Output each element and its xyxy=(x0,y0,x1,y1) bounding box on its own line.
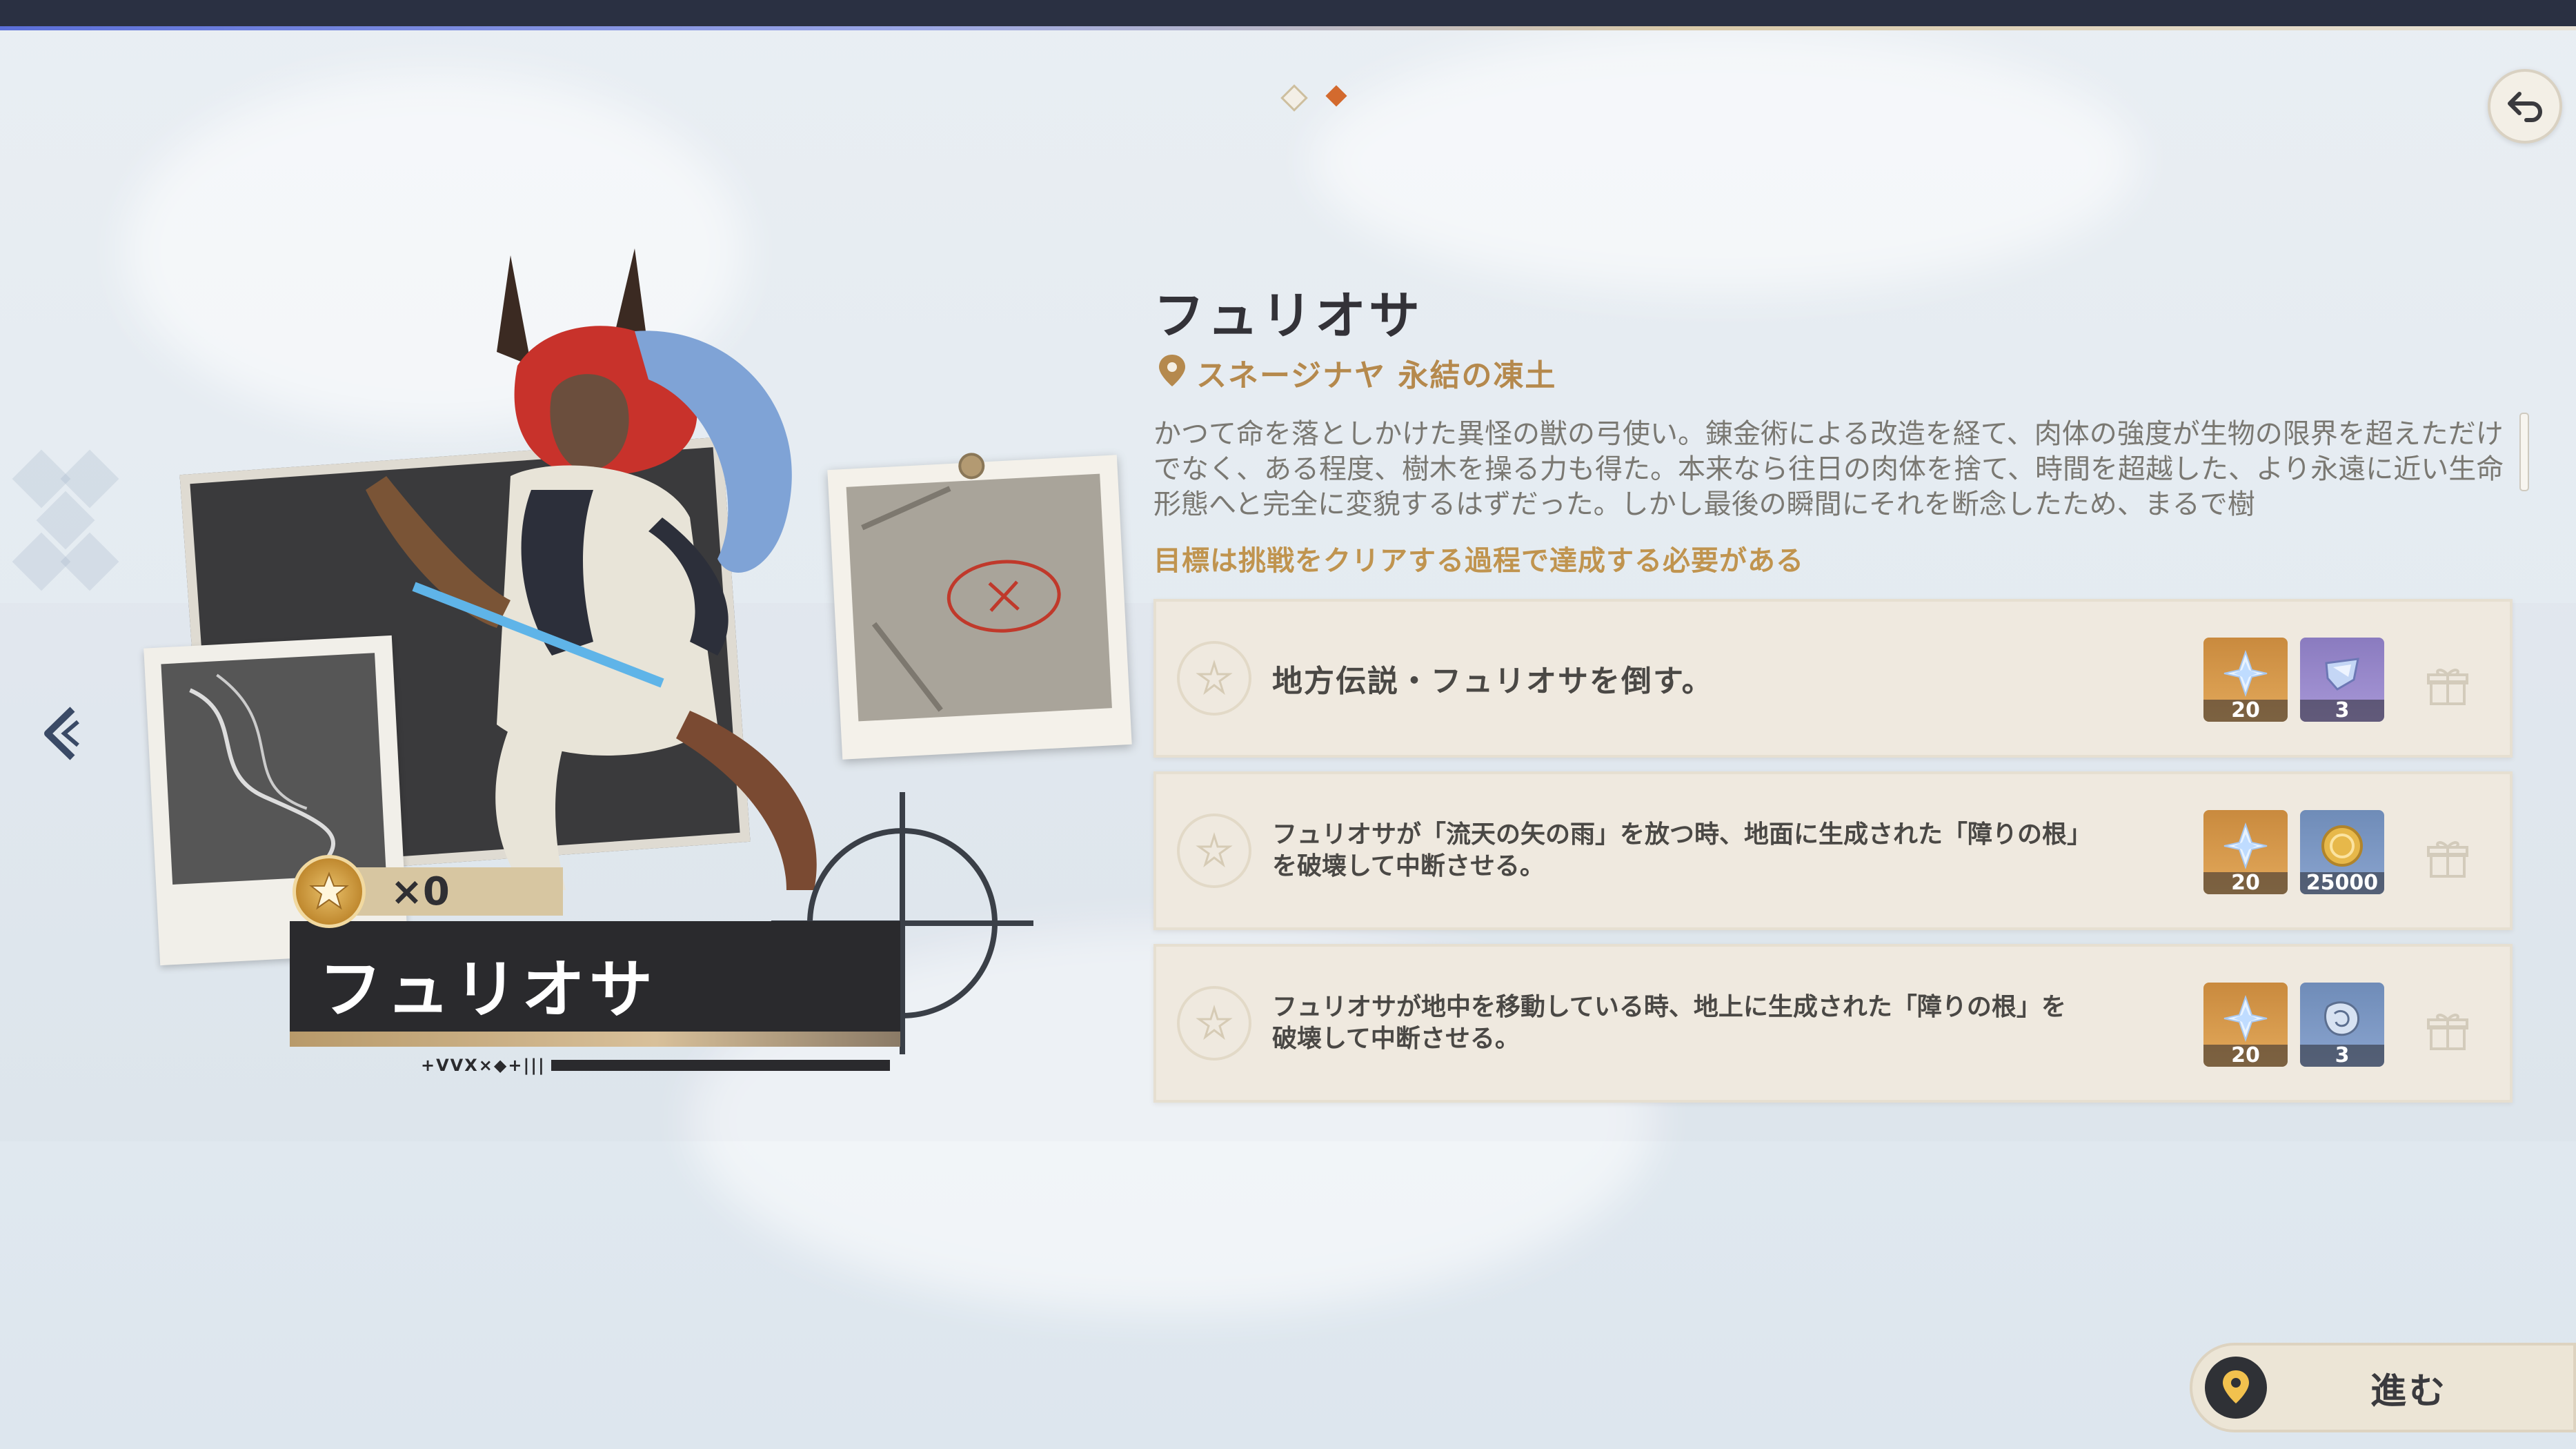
hero-wit-icon xyxy=(2315,646,2370,701)
page-indicator xyxy=(1280,84,1347,112)
medal-icon xyxy=(293,855,366,928)
map-photo xyxy=(827,452,1132,760)
back-button[interactable] xyxy=(2488,69,2562,144)
description-scrollbar[interactable] xyxy=(2519,413,2529,491)
proceed-button[interactable]: 進む xyxy=(2190,1343,2576,1432)
star-badge-icon xyxy=(1177,814,1251,888)
reward-list: 20 3 xyxy=(2203,638,2384,722)
reward-item[interactable]: 20 xyxy=(2203,983,2288,1067)
gift-icon[interactable] xyxy=(2420,1003,2475,1058)
star-badge-icon xyxy=(1177,986,1251,1061)
barcode-decoration: +VVX×◆+||| xyxy=(421,1056,890,1075)
page-dot[interactable] xyxy=(1280,84,1308,112)
character-name-plate: フュリオサ xyxy=(290,921,900,1047)
barcode-text: +VVX×◆+||| xyxy=(421,1056,546,1075)
goal-note: 目標は挑戦をクリアする過程で達成する必要がある xyxy=(1153,545,1804,577)
mora-icon xyxy=(2315,818,2370,874)
reward-item[interactable]: 20 xyxy=(2203,638,2288,722)
return-arrow-icon xyxy=(2504,84,2546,128)
page-dot-active[interactable] xyxy=(1325,85,1347,107)
reward-qty: 3 xyxy=(2300,1045,2384,1067)
reward-list: 20 25000 xyxy=(2203,810,2384,894)
task-text: 地方伝説・フュリオサを倒す。 xyxy=(1272,664,1714,699)
reward-item[interactable]: 3 xyxy=(2300,638,2384,722)
task-list: 地方伝説・フュリオサを倒す。 20 3 フュリオサが「流天の矢の雨」を放つ時、地… xyxy=(1153,599,2513,1116)
boss-description: かつて命を落としかけた異怪の獣の弓使い。錬金術による改造を経て、肉体の強度が生物… xyxy=(1153,418,2504,520)
barcode-line xyxy=(551,1060,890,1071)
primogem-icon xyxy=(2218,991,2273,1046)
task-item: フュリオサが地中を移動している時、地上に生成された「障りの根」を破壊して中断させ… xyxy=(1153,944,2513,1103)
character-illustration xyxy=(304,228,869,959)
location-text: スネージナヤ 永結の凍土 xyxy=(1196,358,1557,393)
reward-qty: 3 xyxy=(2300,700,2384,722)
reward-qty: 20 xyxy=(2203,1045,2288,1067)
primogem-icon xyxy=(2218,818,2273,874)
medal-counter: ×0 xyxy=(293,855,563,928)
proceed-label: 進む xyxy=(2370,1370,2448,1412)
top-bar xyxy=(0,0,2576,30)
primogem-icon xyxy=(2218,646,2273,701)
reward-item[interactable]: 3 xyxy=(2300,983,2384,1067)
location-pin-icon xyxy=(1156,353,1188,392)
gift-icon[interactable] xyxy=(2420,831,2475,886)
task-text: フュリオサが「流天の矢の雨」を放つ時、地面に生成された「障りの根」を破壊して中断… xyxy=(1272,820,2080,880)
task-item: フュリオサが「流天の矢の雨」を放つ時、地面に生成された「障りの根」を破壊して中断… xyxy=(1153,771,2513,930)
star-badge-icon xyxy=(1177,641,1251,716)
previous-arrow-button[interactable] xyxy=(34,704,90,766)
medal-count: ×0 xyxy=(356,867,563,916)
map-pin-icon xyxy=(2205,1357,2267,1419)
reward-item[interactable]: 25000 xyxy=(2300,810,2384,894)
gift-icon[interactable] xyxy=(2420,658,2475,713)
pin-icon xyxy=(958,452,986,480)
task-item: 地方伝説・フュリオサを倒す。 20 3 xyxy=(1153,599,2513,758)
reward-qty: 20 xyxy=(2203,872,2288,894)
material-icon xyxy=(2315,991,2370,1046)
chevron-left-icon xyxy=(38,702,86,767)
task-text: フュリオサが地中を移動している時、地上に生成された「障りの根」を破壊して中断させ… xyxy=(1272,993,2066,1053)
character-name: フュリオサ xyxy=(319,952,657,1027)
reward-item[interactable]: 20 xyxy=(2203,810,2288,894)
reward-qty: 20 xyxy=(2203,700,2288,722)
reward-list: 20 3 xyxy=(2203,983,2384,1067)
location-row: スネージナヤ 永結の凍土 xyxy=(1156,351,1556,395)
reward-qty: 25000 xyxy=(2300,872,2384,894)
boss-title: フュリオサ xyxy=(1153,286,1423,346)
